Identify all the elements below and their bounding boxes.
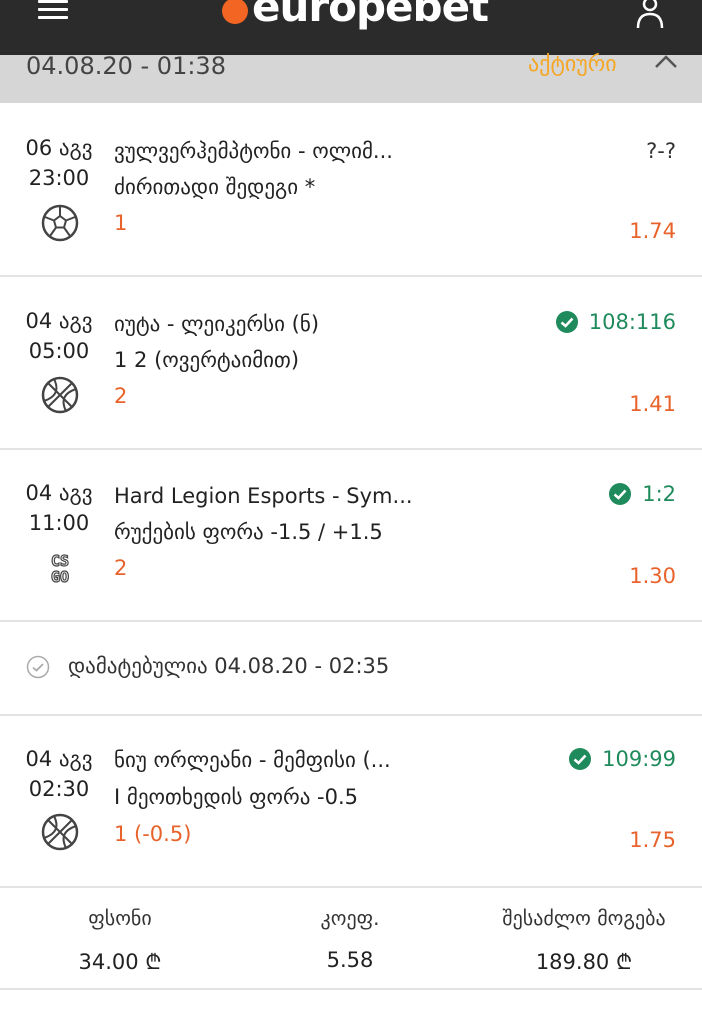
ticket-status: აქტიური	[528, 52, 617, 77]
possible-win-value: 189.80 ₾	[535, 950, 633, 974]
basketball-icon	[41, 813, 79, 851]
bet-date: 04 აგვ 05:00	[0, 306, 118, 366]
bet-match: ვულვერჰემპტონი - ოლიმ...	[114, 139, 393, 163]
score-value: 108:116	[588, 310, 676, 334]
check-circle-outline-icon	[26, 655, 50, 679]
bet-date: 04 აგვ 11:00	[0, 478, 118, 538]
bet-day: 04 აგვ	[25, 481, 93, 505]
bet-row[interactable]: 04 აგვ 05:00 იუტა - ლეიკერსი (ნ) 1 2 (ოვ…	[0, 277, 702, 450]
bet-pick: 2	[114, 556, 128, 580]
stake-value: 34.00 ₾	[78, 950, 162, 974]
check-circle-icon	[609, 483, 632, 505]
bet-date: 04 აგვ 02:30	[0, 744, 118, 804]
bet-match: Hard Legion Esports - Sym...	[114, 484, 413, 508]
bet-row[interactable]: 04 აგვ 11:00 CS GO Hard Legion Esports -…	[0, 450, 702, 622]
bet-day: 04 აგვ	[25, 309, 93, 333]
bet-market: 1 2 (ოვერტაიმით)	[114, 348, 300, 372]
top-bar: europebet	[0, 0, 702, 55]
score-value: 109:99	[602, 747, 676, 771]
bet-pick: 1	[114, 211, 128, 235]
user-icon[interactable]	[634, 0, 666, 28]
added-notice: დამატებულია 04.08.20 - 02:35	[0, 622, 702, 716]
bet-score: 1:2	[608, 482, 676, 506]
menu-icon[interactable]	[38, 0, 68, 22]
bet-time: 02:30	[28, 777, 90, 801]
ticket-header[interactable]: 04.08.20 - 01:38 აქტიური	[0, 52, 702, 103]
svg-text:GO: GO	[51, 568, 69, 586]
logo-text: europebet	[252, 0, 489, 31]
bet-odds: 1.41	[629, 392, 676, 416]
ticket-summary: ფსონი 34.00 ₾ კოეფ. 5.58 შესაძლო მოგება …	[0, 888, 702, 990]
coef-value: 5.58	[326, 948, 374, 972]
coef-column: კოეფ. 5.58	[260, 906, 440, 972]
score-value: 1:2	[642, 482, 676, 506]
bet-match: ნიუ ორლეანი - მემფისი (...	[114, 748, 391, 772]
bet-pick: 2	[114, 384, 128, 408]
bet-odds: 1.30	[629, 564, 676, 588]
chevron-up-icon[interactable]	[654, 55, 678, 69]
bet-odds: 1.74	[629, 219, 676, 243]
bet-market: I მეოთხედის ფორა -0.5	[114, 785, 359, 809]
bet-market: ძირითადი შედეგი *	[114, 175, 316, 199]
basketball-icon	[41, 376, 79, 414]
bet-time: 05:00	[28, 339, 90, 363]
bet-match: იუტა - ლეიკერსი (ნ)	[114, 312, 320, 336]
csgo-icon: CS GO	[50, 551, 69, 586]
check-circle-icon	[569, 748, 592, 770]
check-circle-icon	[555, 311, 578, 333]
bet-row[interactable]: 04 აგვ 02:30 ნიუ ორლეანი - მემფისი (... …	[0, 716, 702, 888]
stake-column: ფსონი 34.00 ₾	[30, 906, 210, 976]
possible-win-label: შესაძლო მოგება	[502, 906, 666, 930]
soccer-ball-icon	[41, 204, 79, 242]
bet-day: 06 აგვ	[25, 136, 93, 160]
bet-score: ?-?	[646, 139, 676, 163]
bet-date: 06 აგვ 23:00	[0, 133, 118, 193]
score-value: ?-?	[646, 139, 676, 163]
bet-score: 108:116	[555, 310, 676, 334]
bet-score: 109:99	[568, 747, 676, 771]
stake-label: ფსონი	[88, 906, 152, 930]
ticket-date: 04.08.20 - 01:38	[26, 52, 226, 80]
bet-time: 23:00	[28, 166, 90, 190]
logo-dot	[222, 0, 248, 24]
logo[interactable]: europebet	[222, 0, 489, 31]
bet-pick: 1 (-0.5)	[114, 822, 192, 846]
bet-day: 04 აგვ	[25, 747, 93, 771]
coef-label: კოეფ.	[320, 906, 380, 930]
bet-time: 11:00	[28, 511, 90, 535]
added-text: დამატებულია 04.08.20 - 02:35	[68, 654, 390, 678]
bet-odds: 1.75	[629, 828, 676, 852]
win-column: შესაძლო მოგება 189.80 ₾	[466, 906, 702, 976]
bet-row[interactable]: 06 აგვ 23:00 ვულვერჰემპტონი - ოლიმ... ძი…	[0, 103, 702, 277]
bet-market: რუქების ფორა -1.5 / +1.5	[114, 520, 383, 544]
